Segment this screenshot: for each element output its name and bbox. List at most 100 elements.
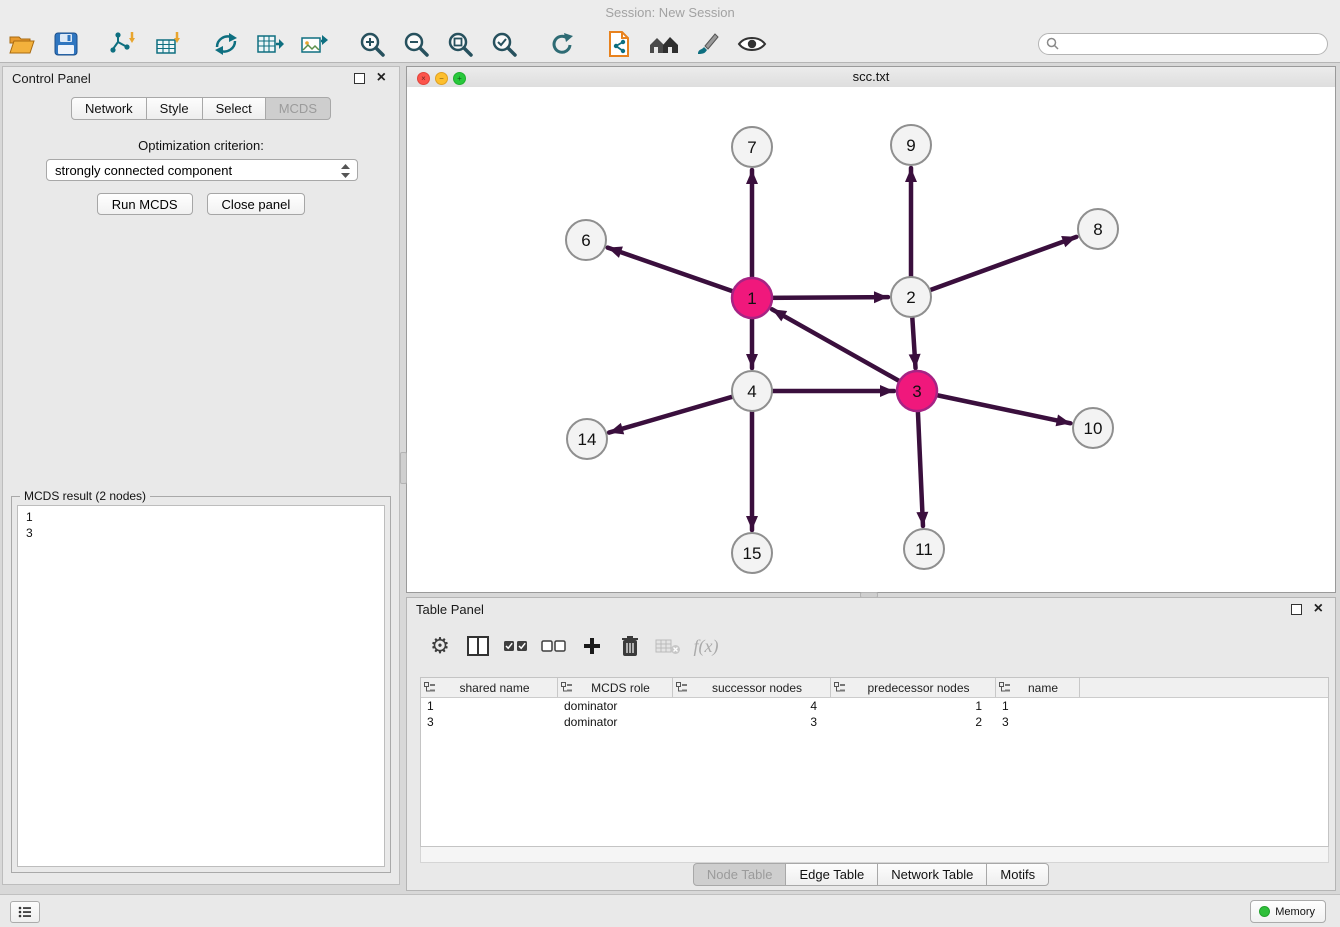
graph-edge-3-11[interactable] [918,405,923,526]
gear-icon[interactable]: ⚙ [427,635,453,657]
zoom-fit-icon[interactable] [442,28,478,60]
graph-node-3[interactable]: 3 [897,371,937,411]
combo-arrows-icon [341,164,350,181]
column-header-shared-name[interactable]: shared name [421,678,558,697]
cell-successor-nodes: 3 [673,715,831,729]
network-window-title: scc.txt [407,69,1335,84]
home-icon[interactable] [646,28,682,60]
network-document-icon[interactable] [602,28,638,60]
column-header-mcds-role[interactable]: MCDS role [558,678,673,697]
columns-icon[interactable] [465,636,491,656]
open-session-icon[interactable] [4,28,40,60]
tab-style[interactable]: Style [146,97,203,120]
paintbrush-icon[interactable] [690,28,726,60]
graph-edge-2-8[interactable] [924,237,1076,292]
graph-edge-3-10[interactable] [931,394,1071,423]
table-toolbar: ⚙ f(x) [427,624,731,668]
graph-node-11[interactable]: 11 [904,529,944,569]
import-table-file-icon[interactable] [150,28,186,60]
table-panel-title: Table Panel [416,602,484,617]
control-panel: Control Panel × Network Style Select MCD… [2,66,400,885]
network-graph: 7 9 6 8 1 2 4 3 14 10 15 11 [407,87,1335,592]
column-type-icon [561,682,572,693]
svg-text:15: 15 [743,544,762,563]
table-scrollbar[interactable] [420,847,1329,863]
graph-node-2[interactable]: 2 [891,277,931,317]
toolbar-separator [92,44,106,45]
list-icon [18,906,32,918]
zoom-selected-icon[interactable] [486,28,522,60]
graph-edge-1-2[interactable] [766,297,888,298]
table-row[interactable]: 1 dominator 4 1 1 [421,698,1328,714]
eye-icon[interactable] [734,28,770,60]
delete-table-icon[interactable] [655,637,681,655]
mcds-result-title: MCDS result (2 nodes) [20,489,150,503]
graph-node-4[interactable]: 4 [732,371,772,411]
graph-node-7[interactable]: 7 [732,127,772,167]
cell-predecessor-nodes: 1 [831,699,996,713]
close-panel-button[interactable]: Close panel [207,193,306,215]
column-type-icon [676,682,687,693]
function-builder-icon[interactable]: f(x) [693,636,719,657]
control-panel-tabs: Network Style Select MCDS [3,97,399,120]
cell-shared-name: 1 [421,699,558,713]
column-type-icon [999,682,1010,693]
zoom-in-icon[interactable] [354,28,390,60]
run-mcds-button[interactable]: Run MCDS [97,193,193,215]
add-row-icon[interactable] [579,637,605,655]
refresh-icon[interactable] [544,28,580,60]
export-table-icon[interactable] [252,28,288,60]
network-canvas[interactable]: 7 9 6 8 1 2 4 3 14 10 15 11 [407,87,1335,592]
vertical-splitter-handle[interactable] [400,452,407,484]
memory-button[interactable]: Memory [1250,900,1326,923]
tab-network-table[interactable]: Network Table [877,863,987,886]
delete-row-icon[interactable] [617,635,643,657]
column-header-predecessor-nodes[interactable]: predecessor nodes [831,678,996,697]
network-arrows-icon[interactable] [208,28,244,60]
deselect-all-icon[interactable] [541,638,567,654]
column-header-name[interactable]: name [996,678,1080,697]
tab-edge-table[interactable]: Edge Table [785,863,878,886]
close-table-panel-icon[interactable]: × [1314,599,1323,619]
column-header-successor-nodes[interactable]: successor nodes [673,678,831,697]
optimization-criterion-label: Optimization criterion: [3,138,399,153]
tab-network[interactable]: Network [71,97,147,120]
graph-node-6[interactable]: 6 [566,220,606,260]
tab-motifs[interactable]: Motifs [986,863,1049,886]
svg-text:8: 8 [1093,220,1102,239]
table-panel: Table Panel × ⚙ f(x) shared [406,597,1336,891]
toolbar-separator [588,44,602,45]
float-table-panel-icon[interactable] [1291,604,1302,615]
save-session-icon[interactable] [48,28,84,60]
search-icon [1046,37,1059,55]
tab-node-table[interactable]: Node Table [693,863,787,886]
table-row[interactable]: 3 dominator 3 2 3 [421,714,1328,730]
tab-select[interactable]: Select [202,97,266,120]
graph-node-1[interactable]: 1 [732,278,772,318]
graph-node-14[interactable]: 14 [567,419,607,459]
graph-edge-2-3[interactable] [912,311,916,368]
graph-edge-1-6[interactable] [608,248,739,294]
graph-node-9[interactable]: 9 [891,125,931,165]
result-line: 3 [26,525,384,541]
tab-mcds[interactable]: MCDS [265,97,331,120]
cell-shared-name: 3 [421,715,558,729]
float-panel-icon[interactable] [354,73,365,84]
svg-text:4: 4 [747,382,756,401]
graph-edge-3-1[interactable] [772,309,905,384]
result-line: 1 [26,509,384,525]
graph-node-10[interactable]: 10 [1073,408,1113,448]
export-image-icon[interactable] [296,28,332,60]
search-input[interactable] [1038,33,1328,55]
select-all-icon[interactable] [503,638,529,654]
criterion-select[interactable]: strongly connected component [46,159,358,181]
graph-edge-4-14[interactable] [609,395,738,433]
cell-name: 1 [996,699,1080,713]
graph-node-15[interactable]: 15 [732,533,772,573]
zoom-out-icon[interactable] [398,28,434,60]
import-network-file-icon[interactable] [106,28,142,60]
task-history-button[interactable] [10,901,40,923]
graph-node-8[interactable]: 8 [1078,209,1118,249]
close-panel-icon[interactable]: × [377,68,386,88]
svg-text:3: 3 [912,382,921,401]
